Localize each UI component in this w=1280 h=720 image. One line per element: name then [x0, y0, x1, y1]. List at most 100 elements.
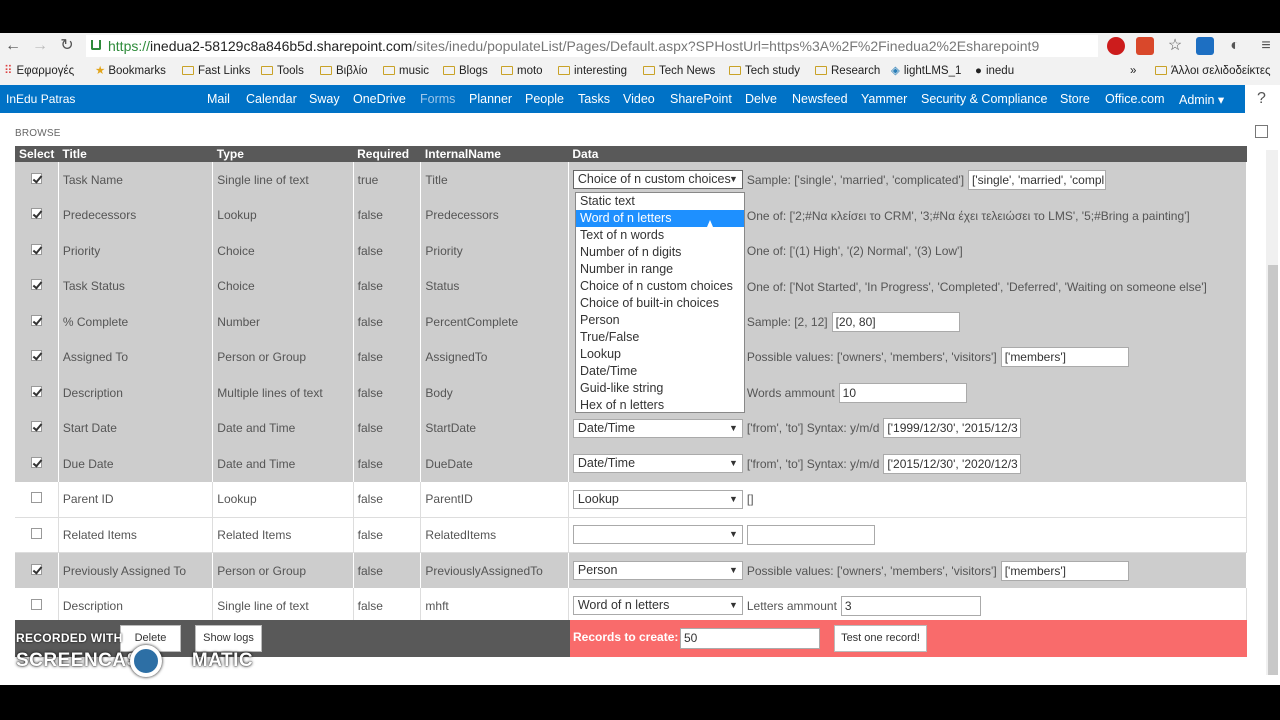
data-type-select[interactable]: Person ▼ — [572, 561, 743, 580]
select-checkbox[interactable] — [31, 563, 42, 575]
data-type-select[interactable]: ▼ — [572, 525, 743, 545]
data-type-select[interactable]: Lookup ▼ — [572, 489, 743, 509]
title-cell: Parent ID — [58, 481, 214, 518]
suite-brand[interactable]: InEdu Patras — [6, 92, 75, 106]
sharepoint-extension-icon[interactable] — [1196, 37, 1214, 55]
data-type-select[interactable]: Word of n letters ▼ — [572, 596, 743, 615]
suite-link-planner[interactable]: Planner — [469, 92, 512, 106]
select-checkbox[interactable] — [31, 598, 42, 610]
suite-link-security[interactable]: Security & Compliance — [921, 92, 1047, 106]
select-checkbox[interactable] — [31, 350, 42, 362]
other-bookmarks[interactable]: Άλλοι σελιδοδείκτες — [1155, 63, 1271, 79]
suite-link-mail[interactable]: Mail — [207, 92, 230, 106]
office-extension-icon[interactable] — [1136, 37, 1154, 55]
suite-link-yammer[interactable]: Yammer — [861, 92, 907, 106]
dropdown-option[interactable]: Guid-like string — [576, 380, 744, 397]
dropdown-option[interactable]: Choice of built-in choices — [576, 295, 744, 312]
reload-icon[interactable]: ↻ — [58, 37, 76, 55]
select-checkbox[interactable] — [31, 208, 42, 220]
bookmark-inedu[interactable]: ● inedu — [975, 63, 1014, 79]
data-input[interactable]: 3 — [840, 595, 981, 616]
dropdown-option[interactable]: Word of n letters — [576, 210, 744, 227]
suite-link-sway[interactable]: Sway — [309, 92, 340, 106]
back-icon[interactable]: ← — [4, 37, 22, 55]
dropdown-option[interactable]: Lookup — [576, 346, 744, 363]
test-one-record-button[interactable]: Test one record! — [834, 625, 927, 652]
bookmark-blogs[interactable]: Blogs — [443, 63, 488, 79]
bookmark-tech-news[interactable]: Tech News — [643, 63, 715, 79]
data-input[interactable]: ['members'] — [1000, 347, 1129, 368]
data-input[interactable] — [746, 524, 875, 545]
dropdown-option[interactable]: Number in range — [576, 261, 744, 278]
bookmark-apps[interactable]: ⠿ Εφαρμογές — [4, 63, 74, 79]
fullscreen-icon[interactable] — [1255, 125, 1268, 138]
bookmarks-overflow[interactable]: » — [1130, 63, 1136, 79]
select-checkbox[interactable] — [31, 527, 42, 539]
suite-link-sharepoint[interactable]: SharePoint — [670, 92, 732, 106]
select-checkbox[interactable] — [31, 456, 42, 468]
data-input[interactable]: ['single', 'married', 'compl — [968, 169, 1107, 190]
bookmark-star-icon[interactable]: ☆ — [1166, 37, 1184, 55]
bookmark-lightlms[interactable]: ◈ lightLMS_1 — [891, 63, 961, 79]
data-input[interactable]: ['members'] — [1000, 560, 1129, 581]
suite-link-onedrive[interactable]: OneDrive — [353, 92, 406, 106]
bookmark-tools[interactable]: Tools — [261, 63, 304, 79]
folder-icon — [383, 66, 395, 75]
bookmark-moto[interactable]: moto — [501, 63, 543, 79]
select-checkbox[interactable] — [31, 279, 42, 291]
dropdown-option[interactable]: Static text — [576, 193, 744, 210]
dropdown-option[interactable]: Text of n words — [576, 227, 744, 244]
data-type-dropdown-list[interactable]: Static text Word of n letters Text of n wo… — [575, 192, 745, 413]
dropdown-option[interactable]: Number of n digits — [576, 244, 744, 261]
dropdown-arrow-icon: ▼ — [728, 565, 738, 575]
suite-link-calendar[interactable]: Calendar — [246, 92, 297, 106]
suite-link-people[interactable]: People — [525, 92, 564, 106]
suite-link-forms[interactable]: Forms — [420, 92, 455, 106]
select-checkbox[interactable] — [31, 243, 42, 255]
bookmark-research[interactable]: Research — [815, 63, 880, 79]
suite-link-store[interactable]: Store — [1060, 92, 1090, 106]
required-cell: false — [353, 517, 422, 553]
select-checkbox[interactable] — [31, 492, 42, 503]
bookmark-interesting[interactable]: interesting — [558, 63, 627, 79]
dropdown-option[interactable]: Hex of n letters — [576, 397, 744, 414]
page-scrollbar-thumb[interactable] — [1268, 265, 1278, 675]
bookmark-fast-links[interactable]: Fast Links — [182, 63, 250, 79]
bookmark-music[interactable]: music — [383, 63, 429, 79]
address-bar-row: ← → ↻ https://inedua2-58129c8a846b5d.sha… — [0, 33, 1280, 59]
url-field[interactable]: https://inedua2-58129c8a846b5d.sharepoin… — [86, 35, 1098, 57]
data-input[interactable]: ['2015/12/30', '2020/12/3 — [883, 453, 1022, 474]
select-checkbox[interactable] — [31, 421, 42, 433]
records-to-create-input[interactable]: 50 — [680, 628, 820, 649]
bookmark-vivlio[interactable]: Βιβλίο — [320, 63, 368, 79]
suite-link-video[interactable]: Video — [623, 92, 655, 106]
dropdown-option[interactable]: Choice of n custom choices — [576, 278, 744, 295]
forward-icon[interactable]: → — [31, 37, 49, 55]
suite-link-office[interactable]: Office.com — [1105, 92, 1165, 106]
suite-link-newsfeed[interactable]: Newsfeed — [792, 92, 848, 106]
suite-link-admin[interactable]: Admin ▾ — [1179, 92, 1224, 107]
ribbon-tab-browse[interactable]: BROWSE — [15, 128, 61, 139]
suite-link-delve[interactable]: Delve — [745, 92, 777, 106]
data-input[interactable]: ['1999/12/30', '2015/12/3 — [883, 418, 1022, 439]
show-logs-button[interactable]: Show logs — [195, 625, 262, 652]
bookmark-bookmarks[interactable]: ★ Bookmarks — [95, 63, 166, 79]
dropdown-option[interactable]: Person — [576, 312, 744, 329]
select-checkbox[interactable] — [31, 172, 42, 184]
data-type-select[interactable]: Choice of n custom choices ▼ — [572, 170, 743, 190]
help-icon[interactable]: ? — [1257, 90, 1266, 108]
select-checkbox[interactable] — [31, 385, 42, 397]
bookmark-tech-study[interactable]: Tech study — [729, 63, 800, 79]
opera-icon[interactable] — [1107, 37, 1125, 55]
data-type-select[interactable]: Date/Time ▼ — [572, 454, 743, 474]
cast-icon[interactable]: ◐ — [1226, 37, 1244, 55]
data-type-select[interactable]: Date/Time ▼ — [572, 418, 743, 438]
required-cell: false — [353, 197, 422, 233]
dropdown-option[interactable]: Date/Time — [576, 363, 744, 380]
suite-link-tasks[interactable]: Tasks — [578, 92, 610, 106]
select-checkbox[interactable] — [31, 314, 42, 326]
menu-icon[interactable]: ≡ — [1257, 37, 1275, 55]
dropdown-option[interactable]: True/False — [576, 329, 744, 346]
data-input[interactable]: 10 — [838, 382, 967, 403]
data-input[interactable]: [20, 80] — [831, 311, 960, 332]
